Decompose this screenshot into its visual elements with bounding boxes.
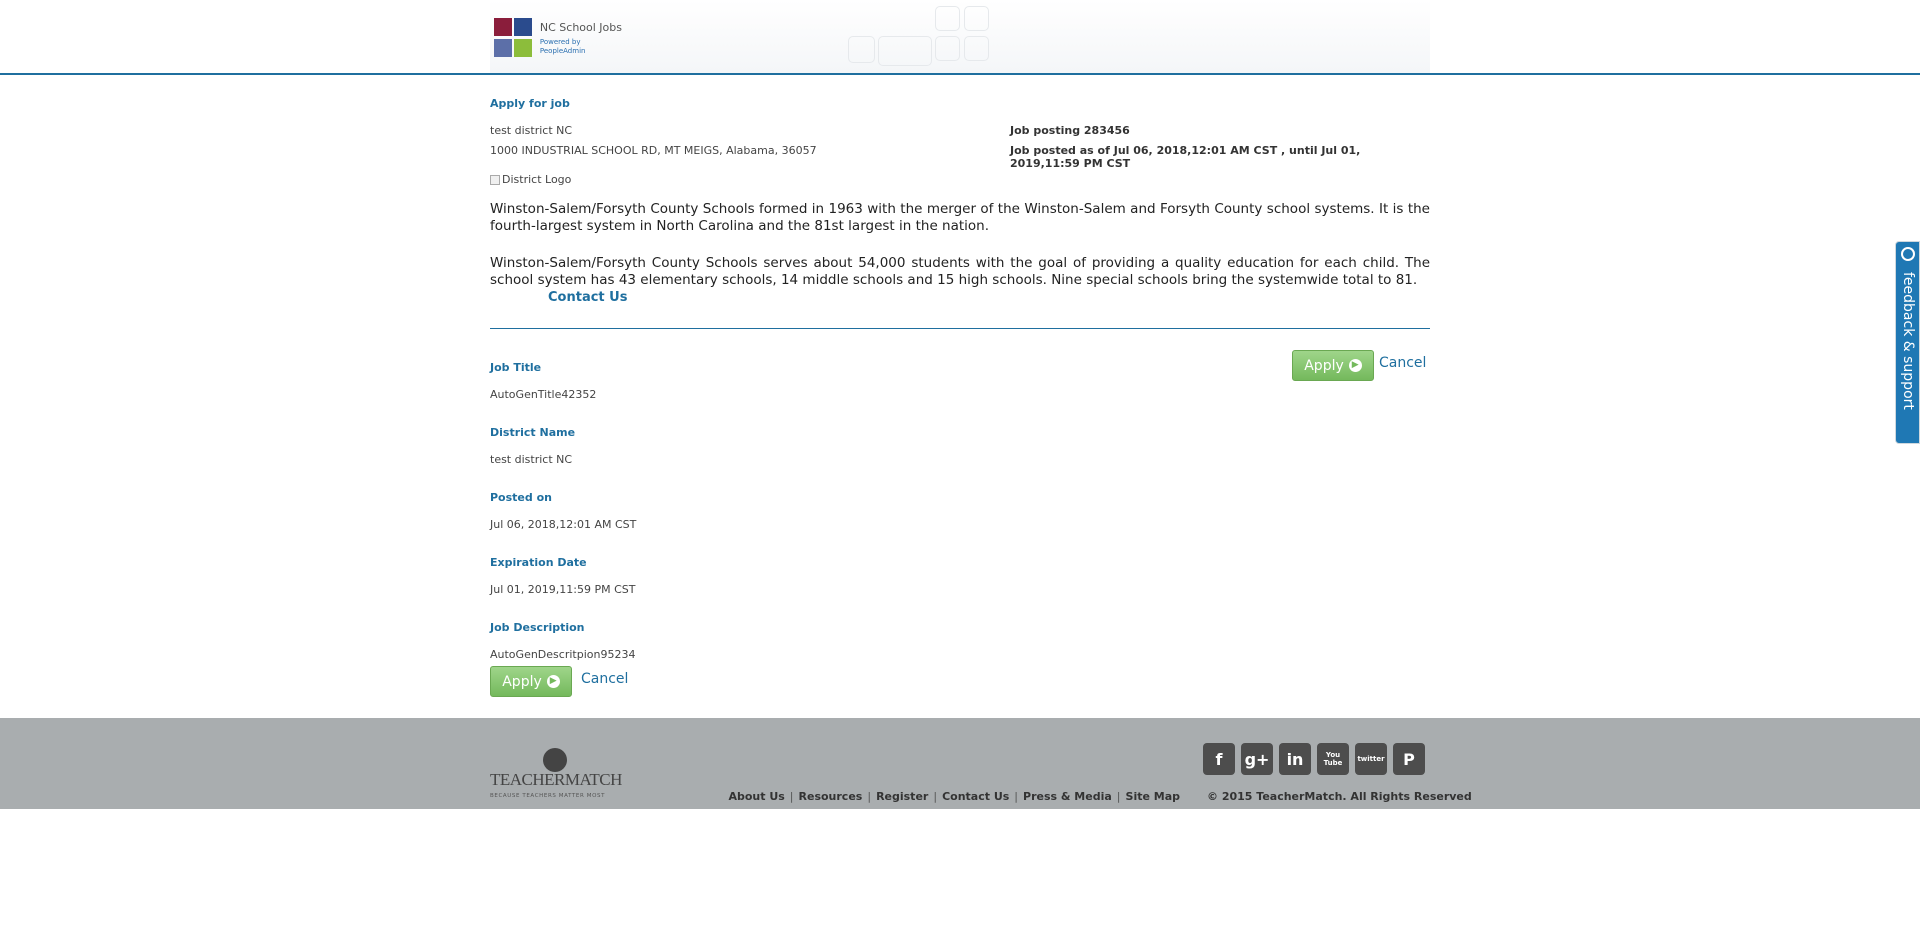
job-posted-range: Job posted as of Jul 06, 2018,12:01 AM C…: [1010, 144, 1361, 170]
district-name: test district NC: [490, 124, 573, 137]
job-description-value: AutoGenDescritpion95234: [490, 648, 636, 661]
decor-square: [964, 6, 989, 31]
linkedin-icon[interactable]: in: [1279, 743, 1311, 775]
job-title-value: AutoGenTitle42352: [490, 388, 597, 401]
arrow-right-icon: ▶: [1348, 359, 1362, 372]
contact-us-link[interactable]: Contact Us: [548, 290, 627, 305]
job-title-label: Job Title: [490, 361, 542, 374]
posted-on-value: Jul 06, 2018,12:01 AM CST: [490, 518, 637, 531]
footer-link-resources[interactable]: Resources: [799, 790, 863, 803]
posted-on-label: Posted on: [490, 491, 552, 504]
lightbulb-icon: [543, 748, 567, 772]
job-description-label: Job Description: [490, 621, 585, 634]
footer-link-site-map[interactable]: Site Map: [1126, 790, 1180, 803]
decor-square: [935, 36, 960, 61]
footer-link-press-media[interactable]: Press & Media: [1023, 790, 1112, 803]
logo-title: NC School Jobs: [539, 21, 622, 35]
decor-square: [878, 36, 932, 66]
header-banner: NC School Jobs Powered by PeopleAdmin: [490, 0, 1430, 73]
feedback-support-label: feedback & support: [1900, 272, 1916, 410]
district-name-label: District Name: [490, 426, 576, 439]
decor-square: [964, 36, 989, 61]
site-footer: TEACHERMATCH BECAUSE TEACHERS MATTER MOS…: [0, 718, 1920, 809]
district-logo-alt: District Logo: [502, 173, 572, 186]
apply-label: Apply: [1304, 357, 1344, 374]
broken-image-icon: [490, 174, 500, 185]
apply-button-top[interactable]: Apply ▶: [1292, 350, 1374, 381]
teachermatch-logo[interactable]: TEACHERMATCH BECAUSE TEACHERS MATTER MOS…: [490, 748, 630, 802]
footer-link-register[interactable]: Register: [876, 790, 928, 803]
district-address: 1000 INDUSTRIAL SCHOOL RD, MT MEIGS, Ala…: [490, 144, 817, 157]
facebook-icon[interactable]: f: [1203, 743, 1235, 775]
arrow-right-icon: ▶: [546, 675, 560, 688]
district-name-value: test district NC: [490, 453, 573, 466]
google-plus-icon[interactable]: g+: [1241, 743, 1273, 775]
teachermatch-tagline: BECAUSE TEACHERS MATTER MOST: [490, 793, 606, 799]
section-divider: [490, 328, 1430, 329]
logo-mark-icon: [494, 16, 534, 60]
twitter-icon[interactable]: twitter: [1355, 743, 1387, 775]
district-logo: District Logo: [490, 173, 571, 186]
site-header: NC School Jobs Powered by PeopleAdmin: [0, 0, 1920, 75]
teachermatch-brand: TEACHERMATCH: [490, 770, 622, 789]
cancel-link-bottom[interactable]: Cancel: [581, 671, 628, 687]
decor-square: [935, 6, 960, 31]
nc-school-jobs-logo[interactable]: NC School Jobs Powered by PeopleAdmin: [494, 14, 628, 62]
decor-square: [848, 36, 875, 63]
apply-button-bottom[interactable]: Apply ▶: [490, 666, 572, 697]
footer-link-contact-us[interactable]: Contact Us: [942, 790, 1009, 803]
apply-heading: Apply for job: [490, 97, 570, 110]
copyright-text: © 2015 TeacherMatch. All Rights Reserved: [1207, 790, 1472, 803]
feedback-support-tab[interactable]: feedback & support: [1895, 241, 1920, 444]
logo-subtitle: Powered by PeopleAdmin: [539, 38, 586, 55]
footer-links: About Us | Resources | Register | Contact U…: [728, 790, 1180, 803]
expiration-date-label: Expiration Date: [490, 556, 587, 569]
apply-label: Apply: [502, 673, 542, 690]
megaphone-icon: [1901, 247, 1915, 261]
expiration-date-value: Jul 01, 2019,11:59 PM CST: [490, 583, 636, 596]
youtube-icon[interactable]: You Tube: [1317, 743, 1349, 775]
job-posting-number: Job posting 283456: [1010, 124, 1130, 137]
cancel-link-top[interactable]: Cancel: [1379, 355, 1426, 371]
pinterest-icon[interactable]: P: [1393, 743, 1425, 775]
district-description-1: Winston-Salem/Forsyth County Schools for…: [490, 201, 1430, 234]
district-description-2: Winston-Salem/Forsyth County Schools ser…: [490, 255, 1430, 288]
footer-link-about-us[interactable]: About Us: [728, 790, 784, 803]
